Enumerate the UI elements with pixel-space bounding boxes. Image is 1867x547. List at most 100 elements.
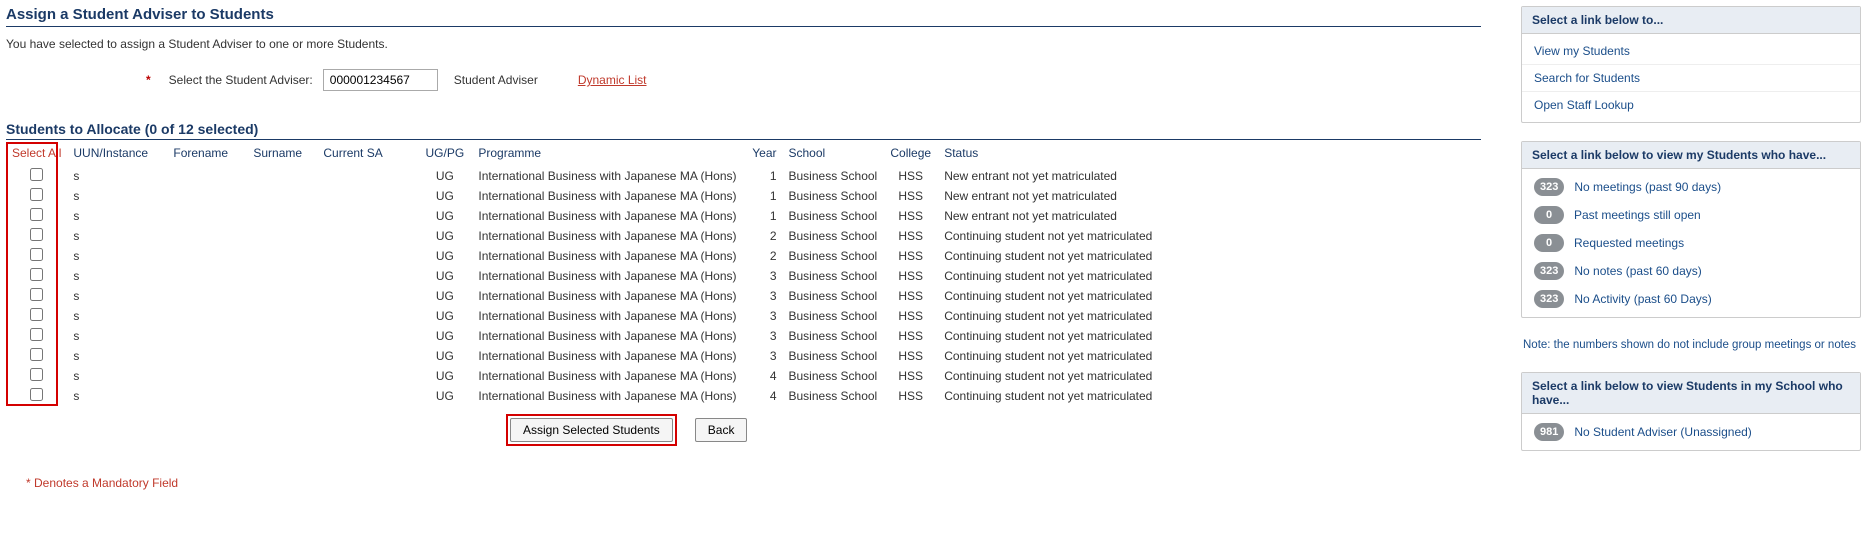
sidebar-count-link[interactable]: 323No notes (past 60 days) xyxy=(1522,257,1860,285)
cell-status: Continuing student not yet matriculated xyxy=(938,346,1481,366)
cell-year: 3 xyxy=(743,286,783,306)
cell-programme: International Business with Japanese MA … xyxy=(472,206,742,226)
cell-year: 1 xyxy=(743,186,783,206)
cell-college: HSS xyxy=(883,166,938,186)
cell-uun: s xyxy=(67,326,167,346)
cell-uun: s xyxy=(67,246,167,266)
back-button[interactable]: Back xyxy=(695,418,748,442)
sidebar-link[interactable]: Search for Students xyxy=(1522,65,1860,92)
row-select-checkbox[interactable] xyxy=(30,388,43,401)
cell-surname xyxy=(247,306,317,326)
cell-college: HSS xyxy=(883,366,938,386)
dynamic-list-link[interactable]: Dynamic List xyxy=(578,73,647,87)
cell-forename xyxy=(167,286,247,306)
count-badge: 981 xyxy=(1534,423,1564,441)
links-panel-header: Select a link below to... xyxy=(1522,7,1860,34)
table-row: sUGInternational Business with Japanese … xyxy=(6,326,1481,346)
row-select-checkbox[interactable] xyxy=(30,368,43,381)
cell-current-sa xyxy=(317,206,417,226)
students-table: Select All UUN/Instance Forename Surname… xyxy=(6,142,1481,406)
sidebar-count-link[interactable]: 323No Activity (past 60 Days) xyxy=(1522,285,1860,313)
cell-surname xyxy=(247,226,317,246)
cell-college: HSS xyxy=(883,346,938,366)
cell-school: Business School xyxy=(783,306,884,326)
cell-surname xyxy=(247,286,317,306)
cell-status: Continuing student not yet matriculated xyxy=(938,246,1481,266)
row-select-checkbox[interactable] xyxy=(30,268,43,281)
cell-college: HSS xyxy=(883,386,938,406)
sidebar-count-link[interactable]: 0Past meetings still open xyxy=(1522,201,1860,229)
cell-uun: s xyxy=(67,346,167,366)
row-select-checkbox[interactable] xyxy=(30,328,43,341)
sidebar-count-link[interactable]: 0Requested meetings xyxy=(1522,229,1860,257)
assign-selected-button[interactable]: Assign Selected Students xyxy=(510,418,673,442)
cell-programme: International Business with Japanese MA … xyxy=(472,166,742,186)
cell-ugpg: UG xyxy=(417,166,472,186)
cell-surname xyxy=(247,366,317,386)
cell-surname xyxy=(247,266,317,286)
cell-status: Continuing student not yet matriculated xyxy=(938,366,1481,386)
cell-status: Continuing student not yet matriculated xyxy=(938,386,1481,406)
cell-year: 4 xyxy=(743,386,783,406)
cell-current-sa xyxy=(317,226,417,246)
row-select-checkbox[interactable] xyxy=(30,248,43,261)
cell-surname xyxy=(247,346,317,366)
cell-current-sa xyxy=(317,306,417,326)
sidebar-count-label: No Activity (past 60 Days) xyxy=(1574,292,1711,306)
select-all-link[interactable]: Select All xyxy=(12,146,61,160)
cell-year: 2 xyxy=(743,226,783,246)
table-row: sUGInternational Business with Japanese … xyxy=(6,286,1481,306)
cell-year: 4 xyxy=(743,366,783,386)
adviser-input[interactable] xyxy=(323,69,438,91)
cell-school: Business School xyxy=(783,166,884,186)
sidebar-link[interactable]: View my Students xyxy=(1522,38,1860,65)
cell-surname xyxy=(247,166,317,186)
cell-forename xyxy=(167,386,247,406)
school-panel: Select a link below to view Students in … xyxy=(1521,372,1861,451)
assign-button-highlight: Assign Selected Students xyxy=(506,414,677,446)
cell-forename xyxy=(167,186,247,206)
sidebar-count-link[interactable]: 981No Student Adviser (Unassigned) xyxy=(1522,418,1860,446)
cell-programme: International Business with Japanese MA … xyxy=(472,346,742,366)
sidebar-count-link[interactable]: 323No meetings (past 90 days) xyxy=(1522,173,1860,201)
col-programme: Programme xyxy=(472,142,742,166)
col-surname: Surname xyxy=(247,142,317,166)
cell-ugpg: UG xyxy=(417,226,472,246)
sidebar-link[interactable]: Open Staff Lookup xyxy=(1522,92,1860,118)
cell-status: New entrant not yet matriculated xyxy=(938,166,1481,186)
cell-ugpg: UG xyxy=(417,346,472,366)
table-row: sUGInternational Business with Japanese … xyxy=(6,246,1481,266)
cell-forename xyxy=(167,246,247,266)
cell-surname xyxy=(247,246,317,266)
col-forename: Forename xyxy=(167,142,247,166)
table-row: sUGInternational Business with Japanese … xyxy=(6,386,1481,406)
row-select-checkbox[interactable] xyxy=(30,288,43,301)
row-select-checkbox[interactable] xyxy=(30,228,43,241)
row-select-checkbox[interactable] xyxy=(30,188,43,201)
cell-year: 3 xyxy=(743,266,783,286)
cell-ugpg: UG xyxy=(417,206,472,226)
cell-current-sa xyxy=(317,166,417,186)
row-select-checkbox[interactable] xyxy=(30,308,43,321)
table-row: sUGInternational Business with Japanese … xyxy=(6,226,1481,246)
cell-current-sa xyxy=(317,326,417,346)
my-students-panel: Select a link below to view my Students … xyxy=(1521,141,1861,318)
col-status: Status xyxy=(938,142,1481,166)
col-school: School xyxy=(783,142,884,166)
mandatory-star-icon: * xyxy=(146,73,151,87)
cell-status: Continuing student not yet matriculated xyxy=(938,226,1481,246)
cell-year: 1 xyxy=(743,206,783,226)
cell-school: Business School xyxy=(783,226,884,246)
table-row: sUGInternational Business with Japanese … xyxy=(6,266,1481,286)
cell-ugpg: UG xyxy=(417,246,472,266)
cell-ugpg: UG xyxy=(417,186,472,206)
row-select-checkbox[interactable] xyxy=(30,168,43,181)
cell-current-sa xyxy=(317,246,417,266)
cell-college: HSS xyxy=(883,186,938,206)
cell-surname xyxy=(247,206,317,226)
cell-school: Business School xyxy=(783,206,884,226)
allocation-section-title: Students to Allocate (0 of 12 selected) xyxy=(6,121,1481,140)
row-select-checkbox[interactable] xyxy=(30,348,43,361)
row-select-checkbox[interactable] xyxy=(30,208,43,221)
cell-surname xyxy=(247,386,317,406)
